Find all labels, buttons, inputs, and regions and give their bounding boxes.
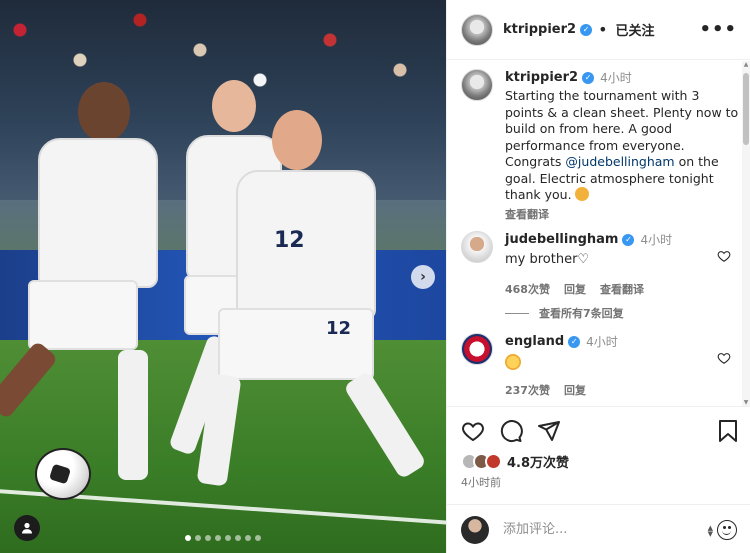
current-user-avatar <box>461 515 489 544</box>
bookmark-button[interactable] <box>717 419 739 443</box>
heart-icon[interactable] <box>461 419 485 443</box>
commenter-avatar[interactable] <box>461 333 493 365</box>
next-photo-button[interactable]: › <box>411 265 435 289</box>
comment-item: england ✓ 4小时 237次赞 回复 <box>461 333 741 398</box>
post-side-panel: ktrippier2 ✓ • 已关注 ••• ktrippier2 ✓ 4小时 … <box>446 0 750 553</box>
star-eyes-emoji-icon <box>505 354 521 370</box>
more-icon[interactable]: ••• <box>699 19 737 40</box>
post-header: ktrippier2 ✓ • 已关注 ••• <box>447 0 750 60</box>
player-trippier: 12 12 <box>196 110 440 490</box>
next-arrow-icon: › <box>420 269 426 285</box>
carousel-dot <box>255 535 261 541</box>
football <box>35 448 91 500</box>
carousel-dot <box>215 535 221 541</box>
input-stepper-icon[interactable]: ▲ ▼ <box>708 525 713 538</box>
comment-input[interactable] <box>503 522 683 537</box>
author-avatar[interactable] <box>461 13 493 46</box>
caption-time: 4小时 <box>600 71 632 85</box>
post-caption: ktrippier2 ✓ 4小时 Starting the tournament… <box>461 69 741 222</box>
translate-button[interactable]: 查看翻译 <box>600 281 644 297</box>
reply-button[interactable]: 回复 <box>564 382 586 398</box>
author-username[interactable]: ktrippier2 <box>503 22 576 37</box>
heart-icon[interactable] <box>717 249 731 263</box>
comment-likes[interactable]: 237次赞 <box>505 382 550 398</box>
likes-count[interactable]: 4.8万次赞 <box>507 452 569 471</box>
carousel-dot <box>235 535 241 541</box>
user-tag-icon <box>22 522 32 534</box>
comment-text: my brother♡ <box>505 252 590 267</box>
verified-icon: ✓ <box>582 71 595 84</box>
view-replies-button[interactable]: 查看所有7条回复 <box>505 305 624 321</box>
carousel-dot <box>195 535 201 541</box>
heart-icon[interactable] <box>717 351 731 365</box>
reply-button[interactable]: 回复 <box>564 281 586 297</box>
mention-link[interactable]: @judebellingham <box>565 154 674 169</box>
carousel-dot <box>185 535 191 541</box>
player-left <box>0 80 168 500</box>
bookmark-icon <box>719 420 737 442</box>
share-icon[interactable] <box>537 419 561 443</box>
comment-likes[interactable]: 468次赞 <box>505 281 550 297</box>
carousel-indicator <box>0 535 446 541</box>
caption-avatar[interactable] <box>461 69 493 101</box>
jersey-number-front: 12 <box>274 228 305 253</box>
comment-time: 4小时 <box>586 335 618 349</box>
carousel-dot <box>245 535 251 541</box>
verified-icon: ✓ <box>580 23 593 36</box>
lion-emoji-icon <box>574 187 589 201</box>
verified-icon: ✓ <box>622 233 635 246</box>
scroll-up-icon[interactable]: ▲ <box>742 61 750 68</box>
verified-icon: ✓ <box>568 335 581 348</box>
add-comment-bar: ▲▼ <box>447 504 750 553</box>
view-replies-label: 查看所有7条回复 <box>539 307 624 320</box>
comments-scrollbar[interactable]: ▲ ▼ <box>742 61 750 406</box>
post-photo[interactable]: 12 12 › <box>0 0 446 553</box>
jersey-number-shorts: 12 <box>326 318 352 339</box>
scrollbar-thumb[interactable] <box>743 73 749 145</box>
comments-list: ktrippier2 ✓ 4小时 Starting the tournament… <box>447 61 743 406</box>
caption-username[interactable]: ktrippier2 <box>505 70 578 85</box>
comment-item: judebellingham ✓ 4小时 my brother♡ 468次赞 回… <box>461 231 741 297</box>
comment-username[interactable]: judebellingham <box>505 232 618 247</box>
emoji-icon[interactable] <box>717 520 737 540</box>
scroll-down-icon[interactable]: ▼ <box>742 399 750 406</box>
follow-status-button[interactable]: 已关注 <box>616 20 655 39</box>
comment-icon[interactable] <box>499 419 523 443</box>
comment-username[interactable]: england <box>505 334 564 349</box>
comment-time: 4小时 <box>640 233 673 247</box>
post-actions: 4.8万次赞 4小时前 ▲▼ <box>447 406 750 553</box>
carousel-dot <box>205 535 211 541</box>
likes-row[interactable]: 4.8万次赞 <box>461 452 569 471</box>
commenter-avatar[interactable] <box>461 231 493 263</box>
post-time: 4小时前 <box>461 476 501 489</box>
liker-avatar <box>485 453 502 470</box>
carousel-dot <box>225 535 231 541</box>
replies-dash <box>505 312 529 314</box>
separator-dot: • <box>598 20 608 39</box>
caption-text: Starting the tournament with 3 points & … <box>505 88 741 204</box>
see-translation-link[interactable]: 查看翻译 <box>505 206 741 222</box>
